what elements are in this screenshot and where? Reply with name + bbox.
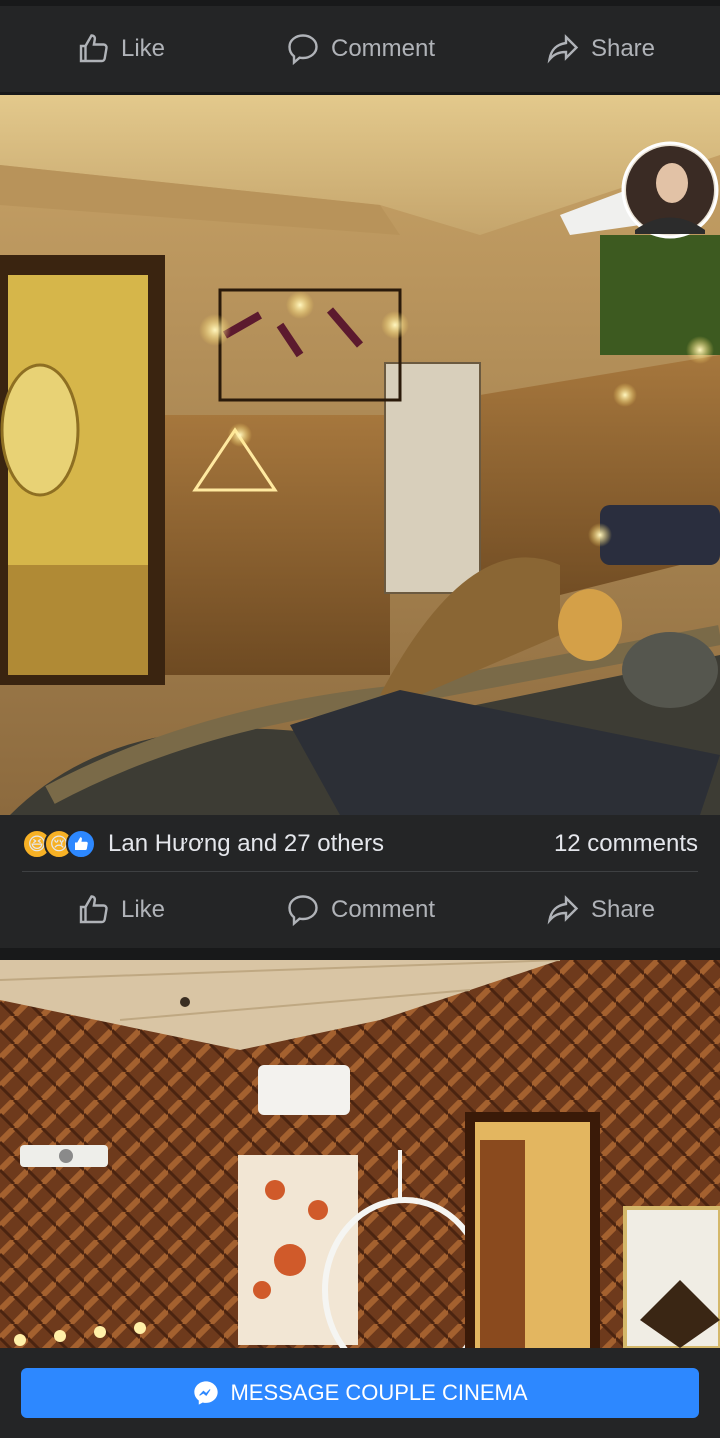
- reactions-text[interactable]: Lan Hương and 27 others: [108, 830, 554, 858]
- comment-label: Comment: [330, 896, 436, 923]
- reactions-summary: 😆 😢 Lan Hương and 27 others 12 comments: [0, 815, 720, 873]
- comment-icon: [288, 34, 318, 66]
- post-photo-bedroom[interactable]: [0, 95, 720, 815]
- message-page-button[interactable]: MESSAGE COUPLE CINEMA: [21, 1368, 699, 1418]
- share-button[interactable]: Share: [480, 31, 720, 67]
- share-arrow-icon: [547, 895, 579, 925]
- comment-button[interactable]: Comment: [240, 892, 480, 928]
- like-label: Like: [120, 35, 166, 62]
- thumbs-up-icon: [79, 895, 108, 924]
- post-photo-cinema-room[interactable]: [0, 960, 720, 1348]
- bedroom-photo-image: [0, 95, 720, 815]
- like-button[interactable]: Like: [0, 31, 240, 67]
- messenger-icon: [194, 1381, 219, 1405]
- like-reaction-icon: [66, 829, 96, 859]
- like-button[interactable]: Like: [0, 892, 240, 928]
- post-action-bar: Like Comment Share: [0, 872, 720, 948]
- share-label: Share: [590, 896, 656, 923]
- thumbs-up-icon: [79, 34, 108, 63]
- share-label: Share: [590, 35, 656, 62]
- message-button-label: MESSAGE COUPLE CINEMA: [230, 1380, 528, 1405]
- like-label: Like: [120, 896, 166, 923]
- share-button[interactable]: Share: [480, 892, 720, 928]
- comment-label: Comment: [330, 35, 436, 62]
- comment-icon: [288, 895, 318, 927]
- comment-button[interactable]: Comment: [240, 31, 480, 67]
- comments-count[interactable]: 12 comments: [554, 830, 698, 858]
- reaction-icons[interactable]: 😆 😢: [22, 829, 96, 859]
- share-arrow-icon: [547, 34, 579, 64]
- cinema-room-photo-image: [0, 960, 720, 1348]
- bottom-cta-bar: MESSAGE COUPLE CINEMA: [0, 1348, 720, 1438]
- post-action-bar: Like Comment Share: [0, 6, 720, 92]
